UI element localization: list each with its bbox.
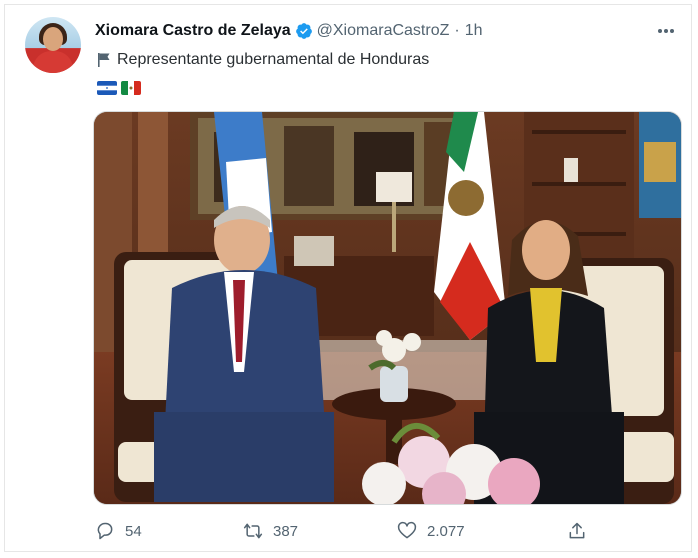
reply-count: 54 — [125, 522, 142, 540]
bio-flags — [97, 81, 141, 95]
honduras-flag-icon — [97, 81, 117, 95]
affiliation-label: Representante gubernamental de Honduras — [117, 51, 430, 68]
tweet-timestamp[interactable]: 1h — [465, 22, 483, 40]
avatar-body — [33, 51, 73, 73]
retweet-button[interactable]: 387 — [243, 517, 298, 545]
government-flag-icon — [98, 53, 110, 67]
separator-dot: · — [454, 22, 460, 39]
retweet-count: 387 — [273, 522, 299, 540]
tweet-photo[interactable] — [93, 111, 682, 505]
retweet-icon — [243, 523, 263, 539]
author-affiliation: Representante gubernamental de Honduras — [97, 49, 429, 71]
share-icon — [569, 522, 585, 539]
avatar[interactable] — [25, 17, 81, 73]
tweet-actions: 54 387 2.077 — [95, 517, 595, 545]
author-handle[interactable]: @XiomaraCastroZ — [317, 22, 450, 40]
heart-icon — [397, 521, 417, 539]
share-button[interactable] — [567, 517, 597, 545]
more-options-icon[interactable] — [655, 20, 677, 42]
avatar-face — [43, 27, 63, 51]
reply-icon — [97, 522, 113, 540]
verified-badge-icon — [295, 23, 312, 39]
tweet-card[interactable]: Xiomara Castro de Zelaya @XiomaraCastroZ… — [4, 4, 692, 552]
like-count: 2.077 — [427, 522, 465, 540]
author-name[interactable]: Xiomara Castro de Zelaya — [95, 22, 291, 40]
reply-button[interactable]: 54 — [95, 517, 142, 545]
tweet-header: Xiomara Castro de Zelaya @XiomaraCastroZ… — [95, 20, 482, 42]
like-button[interactable]: 2.077 — [397, 517, 465, 545]
photo-meeting-scene — [94, 112, 681, 504]
mexico-flag-icon — [121, 81, 141, 95]
